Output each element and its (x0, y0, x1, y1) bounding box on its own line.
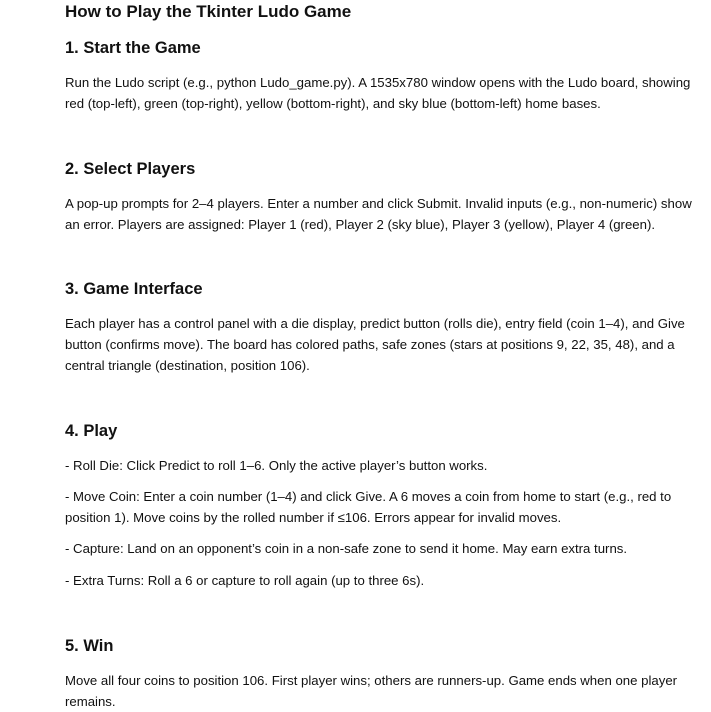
play-extra-turns-item: - Extra Turns: Roll a 6 or capture to ro… (65, 573, 425, 588)
document-title: How to Play the Tkinter Ludo Game (65, 2, 352, 21)
section-heading-win: 5. Win (65, 637, 114, 655)
section-heading-start-the-game: 1. Start the Game (65, 39, 201, 57)
section-paragraph-game-interface: Each player has a control panel with a d… (65, 316, 685, 373)
play-roll-die-item: - Roll Die: Click Predict to roll 1–6. O… (65, 458, 488, 473)
section-paragraph-select-players: A pop-up prompts for 2–4 players. Enter … (65, 196, 692, 232)
section-heading-play: 4. Play (65, 422, 118, 440)
section-paragraph-start-the-game: Run the Ludo script (e.g., python Ludo_g… (65, 75, 691, 111)
section-heading-game-interface: 3. Game Interface (65, 280, 203, 298)
play-move-coin-item: - Move Coin: Enter a coin number (1–4) a… (65, 489, 672, 525)
play-capture-item: - Capture: Land on an opponent’s coin in… (65, 541, 628, 556)
section-heading-select-players: 2. Select Players (65, 160, 196, 178)
section-paragraph-win: Move all four coins to position 106. Fir… (65, 673, 678, 709)
